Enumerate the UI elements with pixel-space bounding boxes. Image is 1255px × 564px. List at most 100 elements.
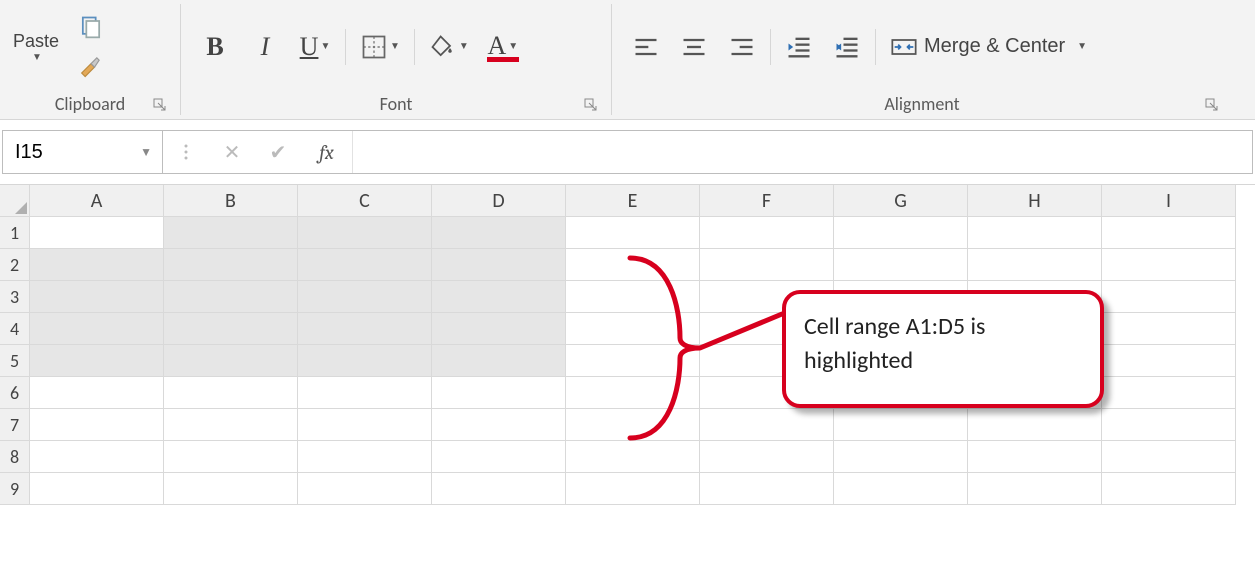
cell[interactable] [432, 473, 566, 505]
bold-button[interactable]: B [195, 23, 235, 71]
row-header[interactable]: 8 [0, 441, 30, 473]
cell[interactable] [700, 217, 834, 249]
cell[interactable] [164, 217, 298, 249]
enter-formula-button[interactable]: ✔ [255, 131, 301, 173]
cell[interactable] [164, 473, 298, 505]
cell[interactable] [30, 249, 164, 281]
cell[interactable] [432, 377, 566, 409]
cell[interactable] [700, 249, 834, 281]
cell[interactable] [30, 313, 164, 345]
align-left-button[interactable] [626, 23, 666, 71]
row-header[interactable]: 6 [0, 377, 30, 409]
alignment-dialog-launcher[interactable] [1204, 97, 1220, 113]
merge-center-split-button[interactable]: Merge & Center ▼ [884, 23, 1104, 71]
cell[interactable] [30, 217, 164, 249]
cell[interactable] [968, 249, 1102, 281]
column-header[interactable]: D [432, 185, 566, 217]
cell[interactable] [298, 345, 432, 377]
row-header[interactable]: 3 [0, 281, 30, 313]
cell[interactable] [298, 441, 432, 473]
clipboard-dialog-launcher[interactable] [152, 97, 168, 113]
cell[interactable] [298, 473, 432, 505]
row-header[interactable]: 1 [0, 217, 30, 249]
column-header[interactable]: C [298, 185, 432, 217]
cell[interactable] [298, 217, 432, 249]
cell[interactable] [1102, 249, 1236, 281]
paste-button[interactable]: Paste ▼ [8, 12, 64, 82]
cell[interactable] [298, 281, 432, 313]
cell[interactable] [968, 473, 1102, 505]
row-header[interactable]: 7 [0, 409, 30, 441]
cell[interactable] [164, 441, 298, 473]
cell[interactable] [30, 441, 164, 473]
cell[interactable] [1102, 313, 1236, 345]
cell[interactable] [1102, 409, 1236, 441]
cell[interactable] [30, 281, 164, 313]
cell[interactable] [164, 281, 298, 313]
cell[interactable] [968, 217, 1102, 249]
cell[interactable] [566, 377, 700, 409]
font-color-split-button[interactable]: A ▼ [483, 23, 523, 71]
name-box-input[interactable] [13, 140, 113, 165]
cell[interactable] [700, 409, 834, 441]
cell[interactable] [30, 409, 164, 441]
decrease-indent-button[interactable] [779, 23, 819, 71]
italic-button[interactable]: I [245, 23, 285, 71]
cell[interactable] [30, 377, 164, 409]
cell[interactable] [164, 345, 298, 377]
cell[interactable] [1102, 473, 1236, 505]
cell[interactable] [968, 409, 1102, 441]
cell[interactable] [566, 249, 700, 281]
cell[interactable] [432, 249, 566, 281]
chevron-down-icon[interactable]: ▼ [140, 145, 152, 160]
cell[interactable] [566, 313, 700, 345]
cell[interactable] [1102, 217, 1236, 249]
row-header[interactable]: 4 [0, 313, 30, 345]
cell[interactable] [834, 441, 968, 473]
cell[interactable] [700, 441, 834, 473]
borders-split-button[interactable]: ▼ [356, 23, 404, 71]
row-header[interactable]: 2 [0, 249, 30, 281]
column-header[interactable]: I [1102, 185, 1236, 217]
cell[interactable] [432, 345, 566, 377]
column-header[interactable]: B [164, 185, 298, 217]
cell[interactable] [164, 313, 298, 345]
row-header[interactable]: 5 [0, 345, 30, 377]
column-header[interactable]: A [30, 185, 164, 217]
column-header[interactable]: F [700, 185, 834, 217]
cell[interactable] [432, 409, 566, 441]
cell[interactable] [566, 441, 700, 473]
fill-color-split-button[interactable]: ▼ [425, 23, 473, 71]
cell[interactable] [566, 409, 700, 441]
column-header[interactable]: H [968, 185, 1102, 217]
cell[interactable] [566, 473, 700, 505]
insert-function-button[interactable]: fx [301, 131, 353, 173]
align-center-button[interactable] [674, 23, 714, 71]
cell[interactable] [700, 473, 834, 505]
align-right-button[interactable] [722, 23, 762, 71]
cell[interactable] [834, 473, 968, 505]
cell[interactable] [566, 345, 700, 377]
font-dialog-launcher[interactable] [583, 97, 599, 113]
cell[interactable] [432, 281, 566, 313]
cell[interactable] [1102, 377, 1236, 409]
column-header[interactable]: G [834, 185, 968, 217]
cell[interactable] [164, 409, 298, 441]
cell[interactable] [30, 473, 164, 505]
cell[interactable] [834, 409, 968, 441]
cell[interactable] [298, 377, 432, 409]
cell[interactable] [432, 313, 566, 345]
cell[interactable] [834, 217, 968, 249]
cell[interactable] [1102, 345, 1236, 377]
cell[interactable] [298, 409, 432, 441]
cell[interactable] [432, 217, 566, 249]
cancel-formula-button[interactable]: ✕ [209, 131, 255, 173]
column-header[interactable]: E [566, 185, 700, 217]
copy-button[interactable] [70, 12, 112, 44]
name-box[interactable]: ▼ [3, 131, 163, 173]
cell[interactable] [566, 217, 700, 249]
cell[interactable] [968, 441, 1102, 473]
cell[interactable] [834, 249, 968, 281]
cell[interactable] [298, 249, 432, 281]
underline-split-button[interactable]: U ▼ [295, 23, 335, 71]
